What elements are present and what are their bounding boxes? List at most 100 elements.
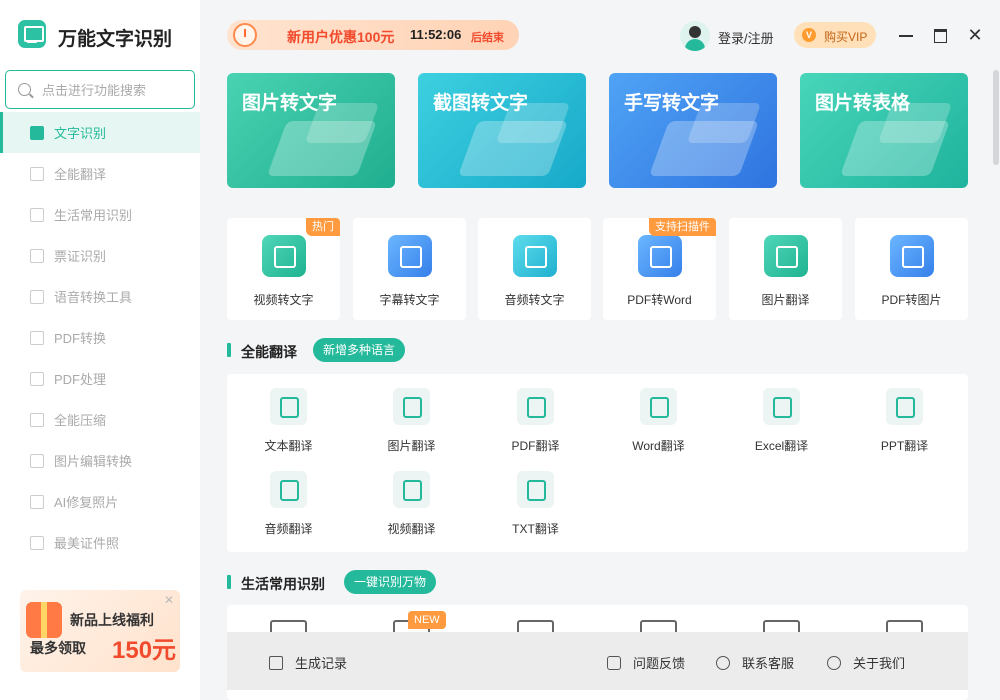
translate-item-audio[interactable]: 音频翻译 — [227, 457, 350, 537]
promo-line1: 新品上线福利 — [70, 612, 154, 628]
hot-badge: 热门 — [306, 218, 340, 236]
card-image-to-text[interactable]: 图片转文字 — [227, 73, 395, 188]
buy-vip-button[interactable]: V 购买VIP — [794, 22, 876, 48]
card-title: 手写转文字 — [624, 93, 720, 114]
sidebar-item-translate[interactable]: 全能翻译 — [0, 153, 200, 194]
about-button[interactable]: 关于我们 — [827, 653, 905, 672]
maximize-icon[interactable] — [932, 26, 950, 44]
sidebar-item-ai-repair[interactable]: AI修复照片 — [0, 481, 200, 522]
sidebar-item-label: 全能翻译 — [54, 167, 107, 182]
tool-pdf-to-word[interactable]: PDF转Word 支持扫描件 — [603, 218, 716, 320]
section-tag: 新增多种语言 — [313, 338, 406, 362]
feedback-button[interactable]: 问题反馈 — [607, 653, 685, 672]
video-translate-icon — [393, 471, 430, 508]
feedback-label: 问题反馈 — [633, 656, 686, 671]
translate-item-txt[interactable]: TXT翻译 — [474, 457, 597, 537]
compress-icon — [30, 412, 44, 427]
gift-icon — [26, 602, 62, 638]
sidebar-nav: 文字识别 全能翻译 生活常用识别 票证识别 语音转换工具 PDF转换 PDF处理… — [0, 112, 200, 563]
sidebar-item-ocr[interactable]: 文字识别 — [0, 112, 200, 153]
search-input[interactable] — [42, 80, 187, 100]
tool-pdf-to-image[interactable]: PDF转图片 — [855, 218, 968, 320]
support-label: 联系客服 — [742, 656, 795, 671]
minimize-icon[interactable] — [897, 26, 915, 44]
login-link[interactable]: 登录/注册 — [718, 28, 774, 47]
sidebar: 万能文字识别 文字识别 全能翻译 生活常用识别 票证识别 语音转换工具 PDF转… — [0, 0, 200, 700]
sidebar-item-image-edit[interactable]: 图片编辑转换 — [0, 440, 200, 481]
translate-item-label: 音频翻译 — [264, 522, 313, 536]
sidebar-item-pdf-process[interactable]: PDF处理 — [0, 358, 200, 399]
image-translate-icon — [764, 235, 808, 277]
history-button[interactable]: 生成记录 — [269, 653, 347, 672]
table-decoration-icon — [839, 121, 951, 176]
support-button[interactable]: 联系客服 — [716, 653, 794, 672]
sidebar-item-pdf-convert[interactable]: PDF转换 — [0, 317, 200, 358]
tool-video-to-text[interactable]: 视频转文字 热门 — [227, 218, 340, 320]
translate-item-label: 图片翻译 — [387, 439, 436, 453]
sidebar-item-life-scan[interactable]: 生活常用识别 — [0, 194, 200, 235]
txt-translate-icon — [517, 471, 554, 508]
translate-item-word[interactable]: Word翻译 — [597, 374, 720, 454]
translate-item-label: Excel翻译 — [754, 439, 809, 453]
close-icon[interactable]: ✕ — [164, 593, 174, 607]
sidebar-item-ticket[interactable]: 票证识别 — [0, 235, 200, 276]
tool-subtitle-to-text[interactable]: 字幕转文字 — [353, 218, 466, 320]
avatar[interactable] — [680, 21, 710, 51]
ocr-icon — [30, 125, 44, 140]
translate-item-text[interactable]: 文本翻译 — [227, 374, 350, 454]
close-window-icon[interactable]: ✕ — [966, 26, 984, 44]
sidebar-item-label: 最美证件照 — [54, 536, 120, 551]
translate-item-pdf[interactable]: PDF翻译 — [474, 374, 597, 454]
tool-image-translate[interactable]: 图片翻译 — [729, 218, 842, 320]
new-user-offer-banner[interactable]: 新用户优惠100元 11:52:06 后结束 — [227, 20, 519, 50]
scan-support-badge: 支持扫描件 — [649, 218, 716, 236]
translate-icon — [30, 166, 44, 181]
promo-line2: 最多领取 — [30, 640, 86, 656]
card-title: 截图转文字 — [433, 93, 529, 114]
app-logo-icon — [18, 20, 46, 48]
about-label: 关于我们 — [853, 656, 906, 671]
sidebar-item-id-photo[interactable]: 最美证件照 — [0, 522, 200, 563]
card-handwriting-to-text[interactable]: 手写转文字 — [609, 73, 777, 188]
scan-icon — [30, 207, 44, 222]
search-box[interactable] — [5, 70, 195, 109]
image-translate-icon — [393, 388, 430, 425]
translate-item-excel[interactable]: Excel翻译 — [720, 374, 843, 454]
id-photo-icon — [30, 535, 44, 550]
ticket-icon — [30, 248, 44, 263]
promo-card[interactable]: 新品上线福利 最多领取 150元 ✕ — [20, 590, 180, 672]
section-accent-bar — [227, 575, 231, 589]
translate-item-image[interactable]: 图片翻译 — [350, 374, 473, 454]
info-icon — [827, 655, 841, 670]
translate-item-label: PDF翻译 — [511, 439, 560, 453]
scrollbar[interactable] — [993, 70, 999, 165]
sidebar-item-label: PDF转换 — [54, 331, 107, 346]
vip-label: 购买VIP — [824, 30, 868, 44]
audio-translate-icon — [270, 471, 307, 508]
translate-item-video[interactable]: 视频翻译 — [350, 457, 473, 537]
sidebar-item-compress[interactable]: 全能压缩 — [0, 399, 200, 440]
sidebar-item-voice[interactable]: 语音转换工具 — [0, 276, 200, 317]
tool-label: 视频转文字 — [253, 293, 314, 307]
countdown-timer: 11:52:06 — [410, 27, 462, 42]
bottom-bar: 生成记录 问题反馈 联系客服 关于我们 — [227, 632, 968, 690]
sidebar-item-label: 文字识别 — [54, 126, 107, 141]
tool-label: PDF转Word — [627, 293, 692, 307]
pdf-icon — [30, 330, 44, 345]
sidebar-item-label: 票证识别 — [54, 249, 107, 264]
tool-label: 音频转文字 — [504, 293, 565, 307]
voice-icon — [30, 289, 44, 304]
card-screenshot-to-text[interactable]: 截图转文字 — [418, 73, 586, 188]
new-badge: NEW — [408, 611, 446, 629]
feedback-icon — [607, 655, 621, 670]
card-image-to-table[interactable]: 图片转表格 — [800, 73, 968, 188]
translate-item-ppt[interactable]: PPT翻译 — [843, 374, 966, 454]
section-title: 生活常用识别 — [241, 576, 325, 592]
promo-amount: 150元 — [112, 637, 177, 664]
tool-audio-to-text[interactable]: 音频转文字 — [478, 218, 591, 320]
text-translate-icon — [270, 388, 307, 425]
history-label: 生成记录 — [295, 656, 348, 671]
section-accent-bar — [227, 343, 231, 357]
translate-item-label: Word翻译 — [632, 439, 685, 453]
section-title: 全能翻译 — [241, 344, 297, 360]
